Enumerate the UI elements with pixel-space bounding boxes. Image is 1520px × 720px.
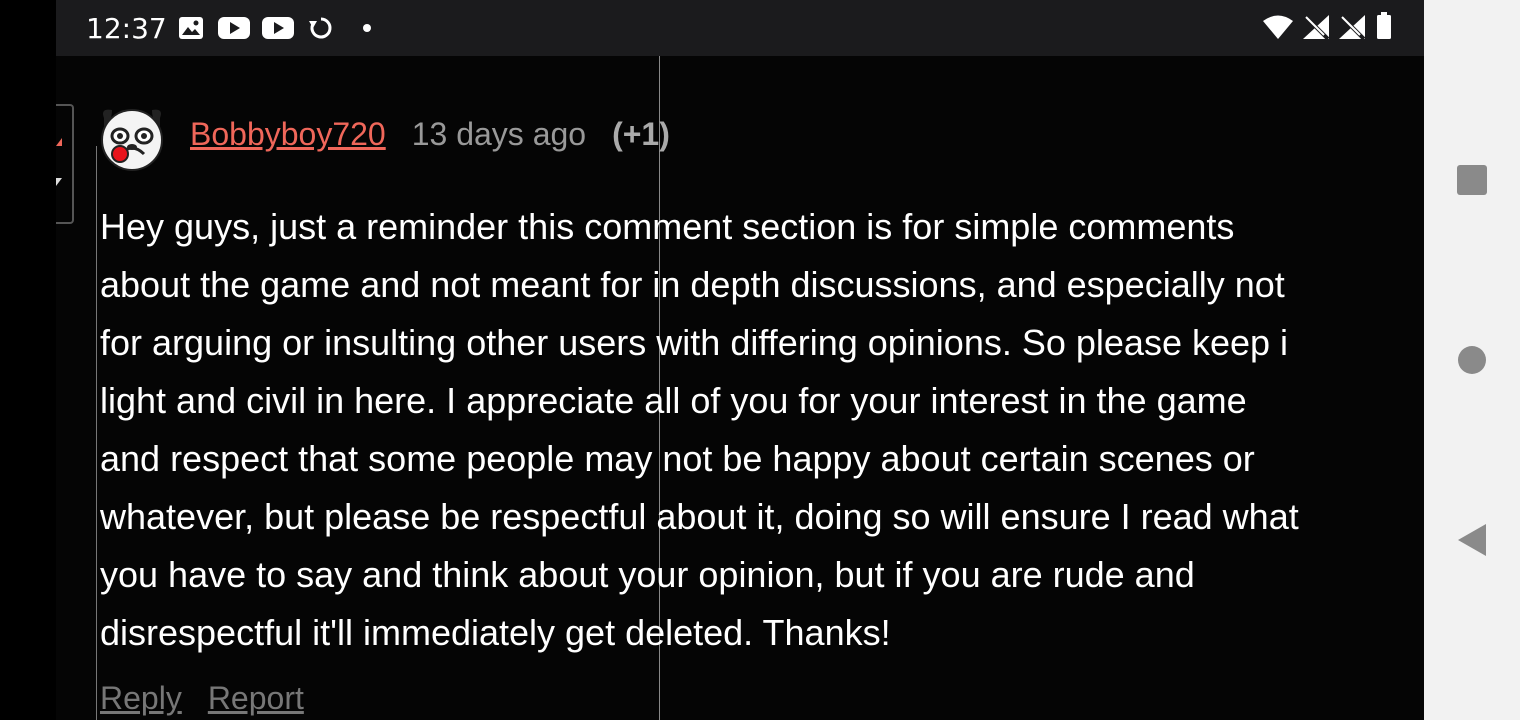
thread-line (96, 146, 97, 720)
back-triangle-icon[interactable] (1456, 522, 1488, 558)
comment-timestamp: 13 days ago (411, 116, 587, 152)
report-link[interactable]: Report (208, 680, 304, 717)
downvote-arrow-icon[interactable] (56, 178, 64, 188)
status-time: 12:37 (86, 12, 167, 45)
comment-actions: Reply Report (100, 680, 304, 717)
youtube-icon (262, 17, 294, 39)
no-signal-icon (1339, 15, 1366, 40)
sync-icon (309, 17, 332, 39)
reply-link[interactable]: Reply (100, 680, 182, 717)
home-circle-icon[interactable] (1456, 344, 1488, 376)
comment-score: (+1) (612, 116, 670, 152)
upvote-arrow-icon[interactable] (56, 136, 64, 146)
username-link[interactable]: Bobbyboy720 (190, 116, 386, 153)
comment-body: Hey guys, just a reminder this comment s… (100, 198, 1424, 662)
vote-control[interactable] (56, 104, 74, 224)
comment-header: Bobbyboy720 13 days ago (+1) (190, 116, 670, 160)
battery-icon (1377, 12, 1391, 39)
comment-line: disrespectful it'll immediately get dele… (100, 612, 891, 653)
comment-line: about the game and not meant for in dept… (100, 264, 1285, 305)
status-bar: 12:37 (56, 0, 1424, 56)
recents-square-icon[interactable] (1456, 164, 1488, 196)
app-screen: 12:37 Bobbyboy720 13 days ago (+1) Hey g… (0, 0, 1424, 720)
comment-line: and respect that some people may not be … (100, 438, 1255, 479)
no-signal-icon (1303, 15, 1330, 40)
dot-icon (363, 24, 371, 32)
comment-thread: Bobbyboy720 13 days ago (+1) Hey guys, j… (56, 56, 1424, 720)
image-icon (179, 17, 203, 39)
youtube-icon (218, 17, 250, 39)
pug-avatar[interactable] (98, 104, 166, 172)
comment-line: light and civil in here. I appreciate al… (100, 380, 1247, 421)
comment-line: Hey guys, just a reminder this comment s… (100, 206, 1235, 247)
comment-line: whatever, but please be respectful about… (100, 496, 1299, 537)
system-nav-bar (1424, 0, 1520, 720)
comment-line: you have to say and think about your opi… (100, 554, 1195, 595)
wifi-icon (1263, 15, 1293, 39)
comment-line: for arguing or insulting other users wit… (100, 322, 1289, 363)
